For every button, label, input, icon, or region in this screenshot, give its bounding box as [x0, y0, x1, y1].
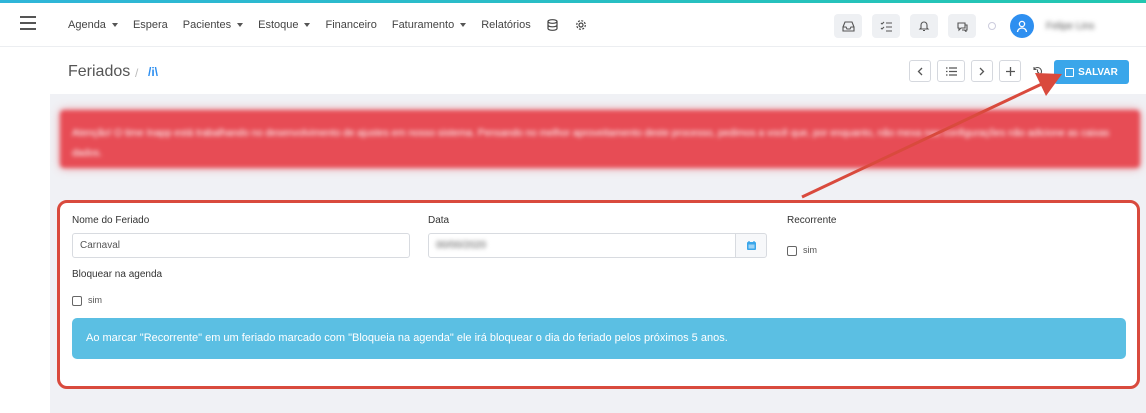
left-rail: [0, 48, 50, 413]
info-message: Ao marcar "Recorrente" em um feriado mar…: [72, 318, 1126, 359]
breadcrumb-separator: /: [135, 66, 139, 80]
holiday-form-card: [57, 200, 1140, 389]
recurring-checkbox[interactable]: [787, 246, 797, 256]
next-icon[interactable]: [971, 60, 993, 82]
calendar-icon[interactable]: [735, 233, 767, 258]
status-dot: [988, 22, 996, 30]
checklist-icon[interactable]: [872, 14, 900, 38]
main-nav: Agenda Espera Pacientes Estoque Financei…: [68, 18, 602, 32]
recurring-label: Recorrente: [787, 215, 837, 226]
list-icon[interactable]: [937, 60, 965, 82]
alert-text: Atenção! O time Inapp está trabalhando n…: [72, 128, 1110, 159]
chevron-down-icon: [111, 23, 118, 27]
block-agenda-label: Bloquear na agenda: [72, 269, 163, 280]
inbox-icon[interactable]: [834, 14, 862, 38]
chat-icon[interactable]: [948, 14, 976, 38]
nav-item-estoque[interactable]: Estoque: [258, 19, 311, 31]
settings-gear-icon[interactable]: [574, 18, 588, 32]
block-agenda-checkbox[interactable]: [72, 296, 82, 306]
nav-item-financeiro[interactable]: Financeiro: [325, 19, 376, 31]
recurring-option-label[interactable]: sim: [803, 245, 817, 255]
username[interactable]: Felipe Lins: [1046, 21, 1094, 32]
nav-item-relatorios[interactable]: Relatórios: [481, 19, 531, 31]
holiday-name-label: Nome do Feriado: [72, 215, 150, 226]
add-icon[interactable]: [999, 60, 1021, 82]
navbar-right-tools: Felipe Lins: [834, 14, 1094, 38]
save-button[interactable]: SALVAR: [1054, 60, 1129, 84]
avatar[interactable]: [1010, 14, 1034, 38]
warning-alert: Atenção! O time Inapp está trabalhando n…: [60, 110, 1140, 168]
bell-icon[interactable]: [910, 14, 938, 38]
chevron-down-icon: [237, 23, 244, 27]
hamburger-menu-icon[interactable]: [20, 16, 36, 30]
floppy-disk-icon: [1065, 67, 1075, 77]
record-toolbar: [909, 60, 1053, 82]
holiday-name-input[interactable]: Carnaval: [72, 233, 410, 258]
chevron-down-icon: [460, 23, 467, 27]
nav-item-espera[interactable]: Espera: [133, 19, 168, 31]
page-title: Feriados: [68, 63, 131, 80]
breadcrumb-home-icon[interactable]: /i\: [148, 65, 158, 79]
nav-item-faturamento[interactable]: Faturamento: [392, 19, 467, 31]
nav-item-agenda[interactable]: Agenda: [68, 19, 118, 31]
chevron-down-icon: [304, 23, 311, 27]
previous-icon[interactable]: [909, 60, 931, 82]
nav-item-pacientes[interactable]: Pacientes: [183, 19, 244, 31]
database-icon[interactable]: [546, 18, 560, 32]
top-navbar: Agenda Espera Pacientes Estoque Financei…: [0, 3, 1146, 47]
block-agenda-option-label[interactable]: sim: [88, 295, 102, 305]
date-input[interactable]: 00/00/2020: [428, 233, 736, 258]
user-icon: [1016, 20, 1028, 32]
history-icon[interactable]: [1027, 60, 1047, 82]
date-label: Data: [428, 215, 450, 226]
